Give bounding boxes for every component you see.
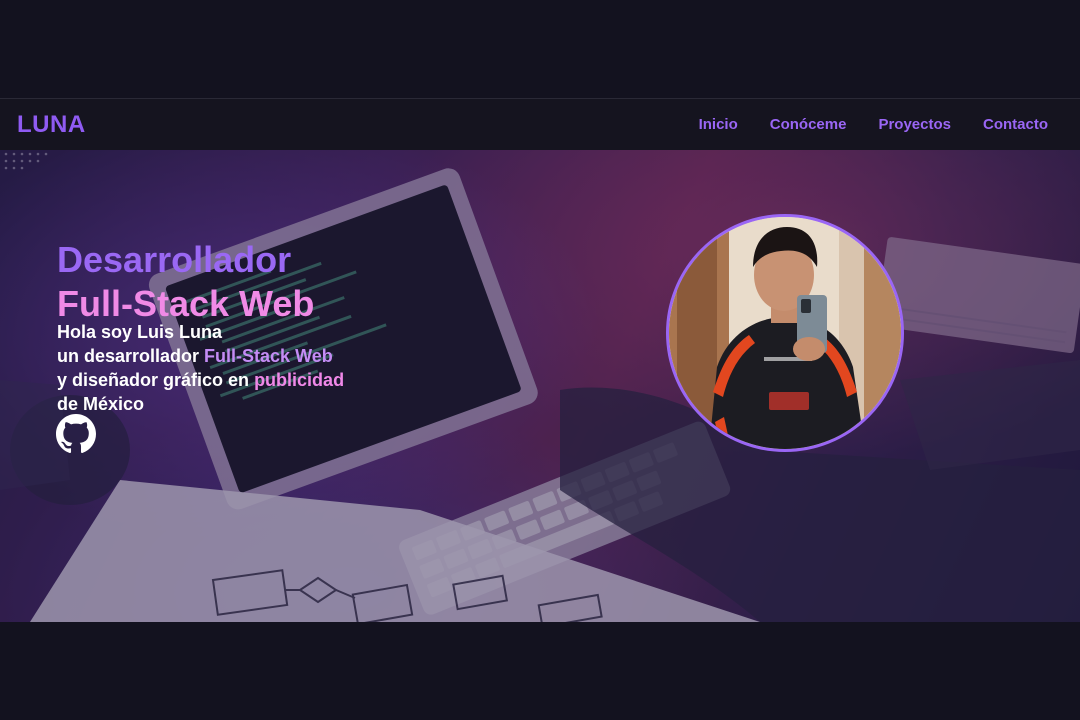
top-letterbox	[0, 0, 1080, 98]
intro-line-2-text: un desarrollador	[57, 346, 205, 366]
intro-line-3-text: y diseñador gráfico en	[57, 370, 255, 390]
intro-line-4: de México	[57, 394, 145, 414]
github-icon[interactable]	[56, 414, 96, 454]
bottom-letterbox	[0, 622, 1080, 720]
intro-highlight-fullstack: Full-Stack Web	[204, 346, 333, 366]
navbar: LUNA Inicio Conóceme Proyectos Contacto	[0, 98, 1080, 150]
nav-link-inicio[interactable]: Inicio	[699, 116, 738, 133]
profile-photo	[669, 217, 901, 449]
intro-highlight-publicidad: publicidad	[254, 370, 345, 390]
hero-title: Desarrollador Full-Stack Web	[57, 238, 314, 326]
page: LUNA Inicio Conóceme Proyectos Contacto	[0, 0, 1080, 720]
intro-line-2: un desarrollador Full-Stack Web	[57, 344, 344, 368]
nav-link-proyectos[interactable]: Proyectos	[878, 116, 951, 133]
hero-section: Desarrollador Full-Stack Web Hola soy Lu…	[0, 150, 1080, 622]
avatar	[666, 214, 904, 452]
hero-intro: Hola soy Luis Luna un desarrollador Full…	[57, 320, 344, 416]
brand-logo[interactable]: LUNA	[17, 111, 86, 139]
hero-title-line1: Desarrollador	[57, 239, 292, 281]
nav-link-conoceme[interactable]: Conóceme	[770, 116, 847, 133]
github-icon-glyph	[56, 414, 96, 454]
nav-links: Inicio Conóceme Proyectos Contacto	[699, 116, 1048, 133]
intro-line-1: Hola soy Luis Luna	[57, 322, 223, 342]
nav-link-contacto[interactable]: Contacto	[983, 116, 1048, 133]
intro-line-3: y diseñador gráfico en publicidad	[57, 368, 344, 392]
